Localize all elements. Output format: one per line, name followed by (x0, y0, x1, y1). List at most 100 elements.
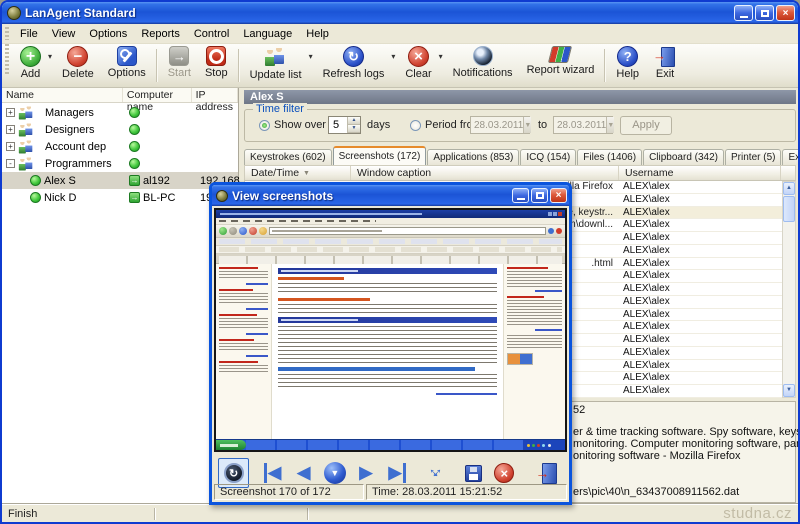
toolbar-button-update-list[interactable]: ▾Update list (243, 44, 316, 87)
group-icon (18, 122, 35, 138)
days-value[interactable]: 5 (329, 117, 347, 133)
tree-col-name[interactable]: Name (2, 88, 123, 102)
collapse-toggle-icon[interactable]: - (6, 159, 15, 168)
member-name: Alex S (44, 175, 76, 187)
tab-applications-853[interactable]: Applications (853) (427, 149, 519, 165)
cell-username: ALEX\alex (617, 181, 782, 193)
toolbar-button-label: Clear (405, 68, 431, 80)
dropdown-arrow-icon[interactable]: ▾ (391, 52, 395, 61)
menu-control[interactable]: Control (187, 26, 236, 42)
skeleton-line (219, 271, 268, 280)
toolbar-button-add[interactable]: ▾Add (13, 44, 55, 87)
cell-username: ALEX\alex (617, 309, 782, 321)
toolbar-separator (238, 49, 240, 82)
tree-col-ip[interactable]: IP address (192, 88, 238, 102)
scrollbar-thumb[interactable] (783, 196, 795, 222)
stepper-up-icon[interactable]: ▲ (348, 117, 360, 125)
tree-group-account-dep[interactable]: +Account dep (2, 138, 238, 155)
dialog-minimize-button[interactable] (512, 188, 529, 203)
skeleton-line (246, 308, 268, 310)
scroll-down-icon[interactable]: ▼ (783, 384, 795, 397)
computer-icon: → (129, 192, 140, 203)
dropdown-arrow-icon[interactable]: ▾ (48, 52, 52, 61)
tree-member-nick-d[interactable]: Nick D →BL-PC 192.168... (2, 189, 238, 206)
menu-view[interactable]: View (45, 26, 83, 42)
toolbar-button-delete[interactable]: Delete (55, 44, 101, 87)
toolbar-button-options[interactable]: Options (101, 44, 153, 87)
maximize-button[interactable] (755, 5, 774, 21)
col-datetime[interactable]: Date/Time▼ (245, 166, 351, 180)
scroll-up-icon[interactable]: ▲ (783, 182, 795, 195)
tab-external-storages-4[interactable]: External storages (4) (782, 149, 800, 165)
tab-icq-154[interactable]: ICQ (154) (520, 149, 576, 165)
tab-screenshots-172[interactable]: Screenshots (172) (333, 146, 427, 165)
back-icon (219, 227, 227, 235)
show-over-radio[interactable]: Show over (259, 119, 326, 131)
toolbar-button-clear[interactable]: ▾ Clear (398, 44, 445, 87)
dropdown-arrow-icon[interactable]: ▾ (309, 52, 313, 61)
preview-right-sidebar (503, 264, 565, 439)
taskbar-buttons (246, 440, 523, 450)
expand-toggle-icon[interactable]: + (6, 125, 15, 134)
online-status-icon (30, 192, 41, 203)
chevron-down-icon[interactable]: ▼ (606, 117, 614, 133)
toolbar-button-help[interactable]: Help (609, 44, 646, 87)
date-from-select[interactable]: 28.03.2011 ▼ (470, 116, 530, 134)
dialog-close-button[interactable]: × (550, 188, 567, 203)
tree-group-managers[interactable]: + Managers (2, 104, 238, 121)
close-button[interactable]: × (776, 5, 795, 21)
tree-group-programmers[interactable]: -Programmers (2, 155, 238, 172)
stepper-arrows[interactable]: ▲▼ (347, 117, 360, 133)
skeleton-line (219, 365, 268, 374)
menu-reports[interactable]: Reports (134, 26, 187, 42)
menu-language[interactable]: Language (236, 26, 299, 42)
refresh-logs-icon (343, 46, 364, 67)
skeleton-line (219, 239, 562, 244)
radio-unselected-icon[interactable] (410, 120, 421, 131)
online-status-icon (129, 158, 140, 169)
col-username[interactable]: Username (619, 166, 781, 180)
dialog-body: Screenshot 170 of 172 Time: 28.03.2011 1… (212, 206, 569, 502)
menu-help[interactable]: Help (299, 26, 336, 42)
toolbar-button-notifications[interactable]: Notifications (446, 44, 520, 87)
online-status-icon (129, 141, 140, 152)
tree-member-alex-s[interactable]: Alex S →al192 192.168... (2, 172, 238, 189)
date-to-select[interactable]: 28.03.2011 ▼ (553, 116, 613, 134)
award-badge (507, 353, 533, 365)
home-icon (259, 227, 267, 235)
tab-printer-5[interactable]: Printer (5) (725, 149, 781, 165)
tree-col-computer[interactable]: Computer name (123, 88, 192, 102)
window-title: LanAgent Standard (25, 6, 732, 20)
tree-group-designers[interactable]: +Designers (2, 121, 238, 138)
toolbar-button-stop[interactable]: Stop (198, 44, 235, 87)
tab-files-1406[interactable]: Files (1406) (577, 149, 642, 165)
menu-file[interactable]: File (13, 26, 45, 42)
tab-clipboard-342[interactable]: Clipboard (342) (643, 149, 724, 165)
dropdown-arrow-icon[interactable]: ▾ (439, 52, 443, 61)
days-stepper[interactable]: 5 ▲▼ (328, 116, 361, 134)
stepper-down-icon[interactable]: ▼ (348, 125, 360, 133)
cell-username: ALEX\alex (617, 334, 782, 346)
apply-button[interactable]: Apply (620, 116, 672, 135)
toolbar-button-refresh-logs[interactable]: ▾Refresh logs (316, 44, 399, 87)
skeleton-line (219, 343, 268, 352)
dialog-maximize-button[interactable] (531, 188, 548, 203)
toolbar-button-label: Notifications (453, 67, 513, 79)
col-window-caption[interactable]: Window caption (351, 166, 619, 180)
menu-options[interactable]: Options (82, 26, 134, 42)
toolbar-button-report-wizard[interactable]: Report wizard (520, 44, 602, 87)
tab-keystrokes-602[interactable]: Keystrokes (602) (244, 149, 332, 165)
view-screenshots-dialog: View screenshots × (209, 182, 572, 505)
toolbar-button-exit[interactable]: Exit (646, 44, 684, 87)
online-status-icon (129, 124, 140, 135)
expand-toggle-icon[interactable]: + (6, 142, 15, 151)
expand-toggle-icon[interactable]: + (6, 108, 15, 117)
chevron-down-icon[interactable]: ▼ (523, 117, 531, 133)
table-scrollbar[interactable]: ▲ ▼ (782, 181, 796, 398)
start-button (216, 440, 246, 450)
radio-selected-icon[interactable] (259, 120, 270, 131)
minimize-button[interactable] (734, 5, 753, 21)
system-tray (523, 440, 565, 450)
group-label: Managers (45, 107, 94, 119)
toolbar-button-label: Delete (62, 68, 94, 80)
